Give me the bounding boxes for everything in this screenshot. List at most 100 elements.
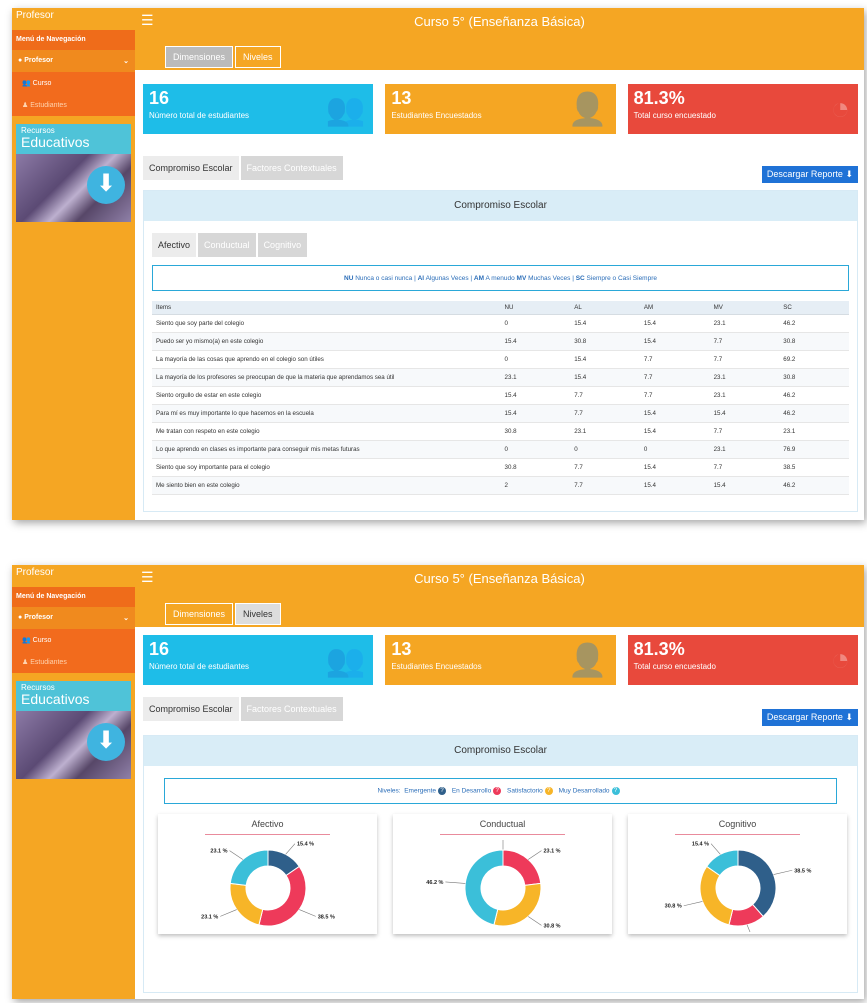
table-header-row: Items NU AL AM MV SC	[152, 301, 849, 315]
panel-title: Compromiso Escolar	[144, 736, 857, 766]
resources-banner[interactable]: Recursos Educativos ⬇	[16, 681, 131, 779]
download-report-button[interactable]: Descargar Reporte ⬇	[761, 709, 858, 726]
help-icon[interactable]: ?	[493, 787, 502, 795]
users-icon: 👥	[22, 80, 31, 87]
table-row: Me tratan con respeto en este colegio 30.…	[152, 422, 849, 441]
value-cell: 69.2	[779, 350, 849, 369]
tab-afectivo[interactable]: Afectivo	[152, 233, 197, 257]
resources-banner[interactable]: Recursos Educativos ⬇	[16, 124, 131, 222]
chevron-down-icon: ⌄	[123, 615, 129, 622]
leader-line	[445, 881, 466, 884]
download-report-button[interactable]: Descargar Reporte ⬇	[761, 166, 858, 183]
value-cell: 15.4	[639, 422, 710, 441]
stat-value: 81.3%	[633, 88, 685, 108]
column-header: SC	[779, 301, 849, 315]
chart-title: Conductual	[479, 819, 526, 829]
sidebar-item-profesor[interactable]: ● Profesor ⌄	[12, 50, 135, 72]
table-row: Siento que soy parte del colegio 0 15.4 15.…	[152, 314, 849, 333]
legend-text: Nunca o casi nunca	[355, 275, 413, 282]
value-cell: 7.7	[709, 458, 780, 477]
compromiso-panel: Compromiso Escolar Niveles: Emergente? E…	[143, 735, 858, 993]
tab-niveles[interactable]: Niveles	[235, 46, 281, 68]
table-row: Siento que soy importante para el colegi…	[152, 458, 849, 477]
value-cell: 15.4	[500, 386, 571, 405]
value-cell: 46.2	[779, 404, 849, 423]
sidebar-brand: Profesor	[12, 565, 135, 587]
legend-text: A menudo	[485, 275, 515, 282]
leader-line	[285, 843, 296, 855]
value-cell: 7.7	[639, 386, 710, 405]
tab-factores-contextuales[interactable]: Factores Contextuales	[240, 156, 343, 180]
leader-line	[229, 850, 243, 860]
download-icon[interactable]: ⬇	[87, 723, 125, 761]
level-emergente: Emergente	[404, 787, 436, 795]
stat-surveyed: 13 Estudiantes Encuestados 👤	[385, 635, 616, 685]
donut-chart: 38.5 %15.4 %30.8 %15.4 %	[665, 842, 811, 932]
chart-title: Afectivo	[251, 819, 284, 829]
donut-chart: 15.4 % 38.5 % 23.1 % 23.1 %	[201, 842, 335, 927]
item-text-cell: Siento que soy importante para el colegi…	[152, 458, 501, 477]
legend-code: AM	[473, 275, 484, 282]
sidebar-item-label: Profesor	[24, 614, 53, 621]
tab-conductual[interactable]: Conductual	[198, 233, 256, 257]
tab-compromiso-escolar[interactable]: Compromiso Escolar	[143, 156, 239, 180]
table-row: Me siento bien en este colegio 2 7.7 15.4 15…	[152, 476, 849, 495]
value-cell: 15.4	[639, 332, 710, 351]
user-icon: 👤	[567, 642, 608, 678]
sidebar-item-estudiantes[interactable]: ♟ Estudiantes	[12, 94, 135, 116]
donut-slice-satisfactorio[interactable]	[229, 882, 264, 926]
tab-dimensiones[interactable]: Dimensiones	[165, 46, 234, 68]
download-icon[interactable]: ⬇	[87, 166, 125, 204]
value-cell: 15.4	[639, 458, 710, 477]
item-text-cell: Me siento bien en este colegio	[152, 476, 501, 495]
pie-chart-icon: ◔	[830, 90, 850, 126]
sidebar-item-curso[interactable]: 👥 Curso	[12, 72, 135, 94]
user-icon: ♟	[22, 659, 29, 666]
slice-value-label: 0.0 %	[505, 840, 519, 842]
value-cell: 46.2	[779, 476, 849, 495]
tab-niveles[interactable]: Niveles	[235, 603, 281, 625]
stat-label: Total curso encuestado	[633, 111, 716, 120]
sidebar-nav-title: Menú de Navegación	[12, 30, 135, 50]
download-report-label: Descargar Reporte	[766, 169, 843, 179]
value-cell: 30.8	[500, 458, 571, 477]
sidebar-item-estudiantes[interactable]: ♟ Estudiantes	[12, 651, 135, 673]
donut-slice-en-desarrollo[interactable]	[502, 849, 542, 886]
screenshot-table-view: Profesor Menú de Navegación ● Profesor ⌄…	[12, 8, 864, 520]
slice-value-label: 30.8 %	[543, 923, 560, 929]
donut-slice-satisfactorio[interactable]	[493, 882, 542, 927]
legend-code: NU	[344, 275, 354, 282]
download-icon: ⬇	[845, 169, 853, 179]
main-content: 16 Número total de estudiantes 👥 13 Estu…	[135, 627, 864, 999]
value-cell: 7.7	[639, 368, 710, 387]
sidebar-item-curso[interactable]: 👥 Curso	[12, 629, 135, 651]
help-icon[interactable]: ?	[611, 787, 620, 795]
donut-slice-en-desarrollo[interactable]	[258, 865, 307, 927]
value-cell: 76.9	[779, 440, 849, 459]
tab-cognitivo[interactable]: Cognitivo	[257, 233, 308, 257]
donut-slice-emergente[interactable]	[737, 849, 777, 918]
help-icon[interactable]: ?	[544, 787, 553, 795]
tab-factores-contextuales[interactable]: Factores Contextuales	[240, 697, 343, 721]
sidebar-item-label: Estudiantes	[30, 659, 67, 666]
panel-title: Compromiso Escolar	[144, 191, 857, 221]
value-cell: 23.1	[570, 422, 640, 441]
donut-slice-satisfactorio[interactable]	[699, 865, 734, 926]
tab-dimensiones[interactable]: Dimensiones	[165, 603, 234, 625]
legend-code: SC	[575, 275, 585, 282]
sidebar-item-profesor[interactable]: ● Profesor ⌄	[12, 607, 135, 629]
tab-compromiso-escolar[interactable]: Compromiso Escolar	[143, 697, 239, 721]
donut-slice-muy-desarrollado[interactable]	[229, 849, 269, 886]
item-text-cell: Puedo ser yo mismo(a) en este colegio	[152, 332, 501, 351]
table-row: La mayoría de los profesores se preocupa…	[152, 368, 849, 387]
value-cell: 7.7	[570, 386, 640, 405]
sidebar-item-label: Profesor	[24, 57, 53, 64]
value-cell: 7.7	[709, 422, 780, 441]
items-table: Items NU AL AM MV SC Siento que soy part…	[152, 301, 849, 495]
item-text-cell: Para mí es muy importante lo que hacemos…	[152, 404, 501, 423]
value-cell: 0	[500, 440, 571, 459]
help-icon[interactable]: ?	[438, 787, 446, 795]
stat-percent: 81.3% Total curso encuestado ◔	[627, 635, 858, 685]
user-icon: ♟	[22, 102, 29, 109]
screenshot-charts-view: Profesor Menú de Navegación ● Profesor ⌄…	[12, 565, 864, 999]
